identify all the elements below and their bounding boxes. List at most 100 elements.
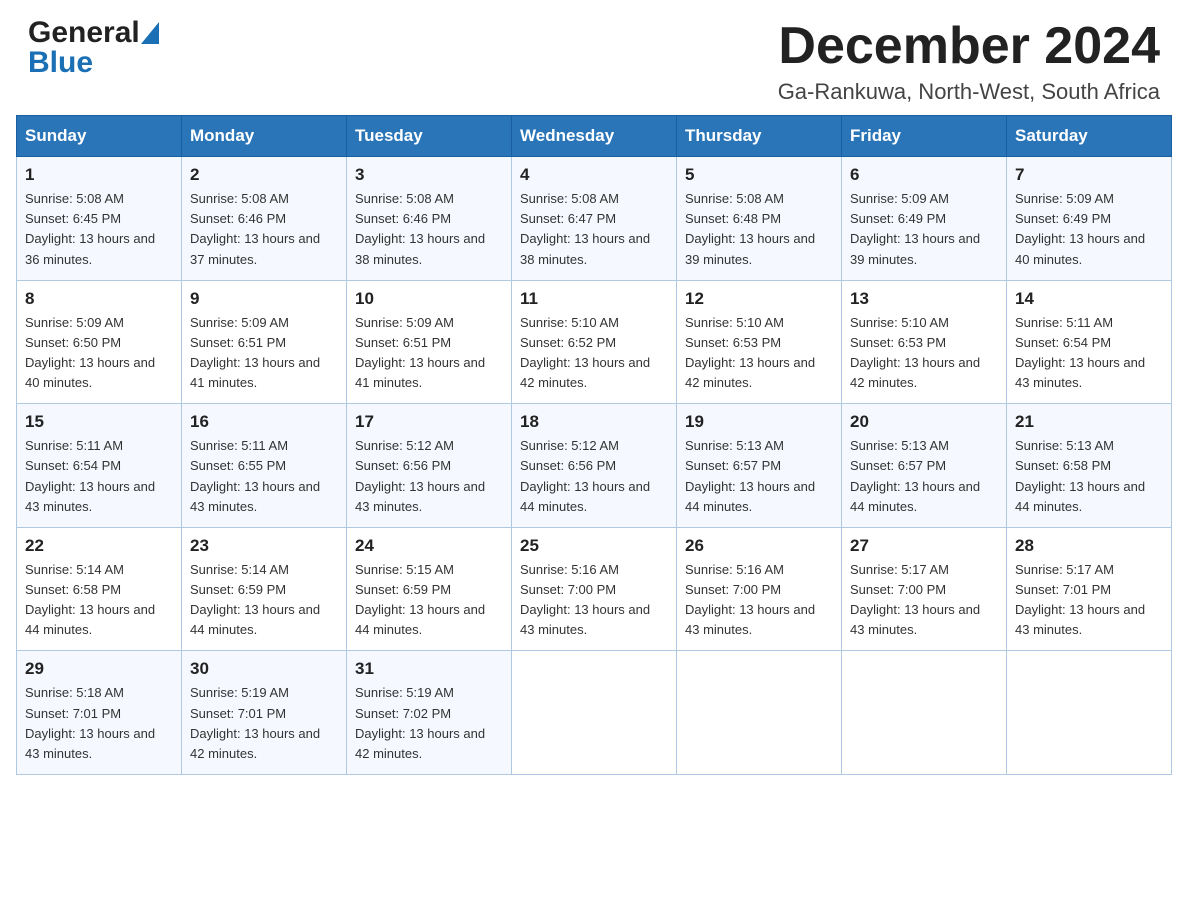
calendar-cell: 3 Sunrise: 5:08 AM Sunset: 6:46 PM Dayli… xyxy=(347,157,512,281)
calendar-cell: 25 Sunrise: 5:16 AM Sunset: 7:00 PM Dayl… xyxy=(512,527,677,651)
day-number: 25 xyxy=(520,536,668,556)
day-info: Sunrise: 5:15 AM Sunset: 6:59 PM Dayligh… xyxy=(355,560,503,641)
calendar-cell xyxy=(512,651,677,775)
calendar-cell: 11 Sunrise: 5:10 AM Sunset: 6:52 PM Dayl… xyxy=(512,280,677,404)
calendar-header-sunday: Sunday xyxy=(17,116,182,157)
day-info: Sunrise: 5:13 AM Sunset: 6:58 PM Dayligh… xyxy=(1015,436,1163,517)
day-info: Sunrise: 5:09 AM Sunset: 6:49 PM Dayligh… xyxy=(1015,189,1163,270)
day-info: Sunrise: 5:08 AM Sunset: 6:45 PM Dayligh… xyxy=(25,189,173,270)
calendar-header-thursday: Thursday xyxy=(677,116,842,157)
day-number: 23 xyxy=(190,536,338,556)
calendar-cell: 30 Sunrise: 5:19 AM Sunset: 7:01 PM Dayl… xyxy=(182,651,347,775)
day-number: 6 xyxy=(850,165,998,185)
calendar-table: SundayMondayTuesdayWednesdayThursdayFrid… xyxy=(16,115,1172,775)
day-number: 4 xyxy=(520,165,668,185)
calendar-cell: 5 Sunrise: 5:08 AM Sunset: 6:48 PM Dayli… xyxy=(677,157,842,281)
calendar-header-friday: Friday xyxy=(842,116,1007,157)
day-info: Sunrise: 5:12 AM Sunset: 6:56 PM Dayligh… xyxy=(520,436,668,517)
calendar-header-monday: Monday xyxy=(182,116,347,157)
day-info: Sunrise: 5:19 AM Sunset: 7:01 PM Dayligh… xyxy=(190,683,338,764)
calendar-cell: 15 Sunrise: 5:11 AM Sunset: 6:54 PM Dayl… xyxy=(17,404,182,528)
logo: General Blue xyxy=(28,18,159,78)
calendar-cell: 23 Sunrise: 5:14 AM Sunset: 6:59 PM Dayl… xyxy=(182,527,347,651)
day-info: Sunrise: 5:11 AM Sunset: 6:54 PM Dayligh… xyxy=(1015,313,1163,394)
day-number: 3 xyxy=(355,165,503,185)
calendar-cell: 13 Sunrise: 5:10 AM Sunset: 6:53 PM Dayl… xyxy=(842,280,1007,404)
day-info: Sunrise: 5:12 AM Sunset: 6:56 PM Dayligh… xyxy=(355,436,503,517)
title-block: December 2024 Ga-Rankuwa, North-West, So… xyxy=(778,18,1160,105)
calendar-cell: 22 Sunrise: 5:14 AM Sunset: 6:58 PM Dayl… xyxy=(17,527,182,651)
day-number: 22 xyxy=(25,536,173,556)
day-info: Sunrise: 5:16 AM Sunset: 7:00 PM Dayligh… xyxy=(685,560,833,641)
day-info: Sunrise: 5:09 AM Sunset: 6:49 PM Dayligh… xyxy=(850,189,998,270)
day-info: Sunrise: 5:14 AM Sunset: 6:58 PM Dayligh… xyxy=(25,560,173,641)
calendar-cell: 10 Sunrise: 5:09 AM Sunset: 6:51 PM Dayl… xyxy=(347,280,512,404)
day-info: Sunrise: 5:11 AM Sunset: 6:55 PM Dayligh… xyxy=(190,436,338,517)
day-number: 13 xyxy=(850,289,998,309)
day-number: 8 xyxy=(25,289,173,309)
logo-blue-text: Blue xyxy=(28,46,93,79)
day-number: 17 xyxy=(355,412,503,432)
calendar-cell: 20 Sunrise: 5:13 AM Sunset: 6:57 PM Dayl… xyxy=(842,404,1007,528)
day-number: 7 xyxy=(1015,165,1163,185)
day-info: Sunrise: 5:13 AM Sunset: 6:57 PM Dayligh… xyxy=(685,436,833,517)
calendar-header-wednesday: Wednesday xyxy=(512,116,677,157)
calendar-header-tuesday: Tuesday xyxy=(347,116,512,157)
calendar-cell: 31 Sunrise: 5:19 AM Sunset: 7:02 PM Dayl… xyxy=(347,651,512,775)
calendar-week-4: 22 Sunrise: 5:14 AM Sunset: 6:58 PM Dayl… xyxy=(17,527,1172,651)
day-info: Sunrise: 5:09 AM Sunset: 6:51 PM Dayligh… xyxy=(190,313,338,394)
day-info: Sunrise: 5:08 AM Sunset: 6:48 PM Dayligh… xyxy=(685,189,833,270)
calendar-header-row: SundayMondayTuesdayWednesdayThursdayFrid… xyxy=(17,116,1172,157)
day-info: Sunrise: 5:08 AM Sunset: 6:46 PM Dayligh… xyxy=(190,189,338,270)
day-number: 27 xyxy=(850,536,998,556)
day-number: 19 xyxy=(685,412,833,432)
calendar-header-saturday: Saturday xyxy=(1007,116,1172,157)
day-info: Sunrise: 5:08 AM Sunset: 6:47 PM Dayligh… xyxy=(520,189,668,270)
calendar-cell: 12 Sunrise: 5:10 AM Sunset: 6:53 PM Dayl… xyxy=(677,280,842,404)
calendar-week-1: 1 Sunrise: 5:08 AM Sunset: 6:45 PM Dayli… xyxy=(17,157,1172,281)
calendar-cell: 19 Sunrise: 5:13 AM Sunset: 6:57 PM Dayl… xyxy=(677,404,842,528)
day-info: Sunrise: 5:10 AM Sunset: 6:52 PM Dayligh… xyxy=(520,313,668,394)
day-number: 29 xyxy=(25,659,173,679)
calendar-cell: 24 Sunrise: 5:15 AM Sunset: 6:59 PM Dayl… xyxy=(347,527,512,651)
calendar-week-5: 29 Sunrise: 5:18 AM Sunset: 7:01 PM Dayl… xyxy=(17,651,1172,775)
page-location: Ga-Rankuwa, North-West, South Africa xyxy=(778,79,1160,105)
day-info: Sunrise: 5:18 AM Sunset: 7:01 PM Dayligh… xyxy=(25,683,173,764)
day-number: 16 xyxy=(190,412,338,432)
calendar-week-2: 8 Sunrise: 5:09 AM Sunset: 6:50 PM Dayli… xyxy=(17,280,1172,404)
day-number: 9 xyxy=(190,289,338,309)
day-number: 24 xyxy=(355,536,503,556)
day-number: 21 xyxy=(1015,412,1163,432)
day-info: Sunrise: 5:09 AM Sunset: 6:51 PM Dayligh… xyxy=(355,313,503,394)
day-number: 31 xyxy=(355,659,503,679)
calendar-cell xyxy=(1007,651,1172,775)
day-number: 2 xyxy=(190,165,338,185)
day-info: Sunrise: 5:11 AM Sunset: 6:54 PM Dayligh… xyxy=(25,436,173,517)
day-number: 1 xyxy=(25,165,173,185)
day-info: Sunrise: 5:19 AM Sunset: 7:02 PM Dayligh… xyxy=(355,683,503,764)
calendar-cell: 27 Sunrise: 5:17 AM Sunset: 7:00 PM Dayl… xyxy=(842,527,1007,651)
day-number: 26 xyxy=(685,536,833,556)
day-number: 14 xyxy=(1015,289,1163,309)
day-info: Sunrise: 5:17 AM Sunset: 7:00 PM Dayligh… xyxy=(850,560,998,641)
calendar-cell: 16 Sunrise: 5:11 AM Sunset: 6:55 PM Dayl… xyxy=(182,404,347,528)
day-info: Sunrise: 5:10 AM Sunset: 6:53 PM Dayligh… xyxy=(850,313,998,394)
day-number: 30 xyxy=(190,659,338,679)
logo-triangle-icon xyxy=(141,22,159,44)
logo-general-text: General xyxy=(28,18,140,48)
calendar-cell xyxy=(842,651,1007,775)
calendar-cell: 28 Sunrise: 5:17 AM Sunset: 7:01 PM Dayl… xyxy=(1007,527,1172,651)
page-title: December 2024 xyxy=(778,18,1160,75)
day-number: 10 xyxy=(355,289,503,309)
day-info: Sunrise: 5:10 AM Sunset: 6:53 PM Dayligh… xyxy=(685,313,833,394)
calendar-cell: 7 Sunrise: 5:09 AM Sunset: 6:49 PM Dayli… xyxy=(1007,157,1172,281)
calendar-cell: 2 Sunrise: 5:08 AM Sunset: 6:46 PM Dayli… xyxy=(182,157,347,281)
day-number: 12 xyxy=(685,289,833,309)
calendar-cell: 9 Sunrise: 5:09 AM Sunset: 6:51 PM Dayli… xyxy=(182,280,347,404)
calendar: SundayMondayTuesdayWednesdayThursdayFrid… xyxy=(0,115,1188,791)
day-info: Sunrise: 5:14 AM Sunset: 6:59 PM Dayligh… xyxy=(190,560,338,641)
calendar-cell: 21 Sunrise: 5:13 AM Sunset: 6:58 PM Dayl… xyxy=(1007,404,1172,528)
day-number: 11 xyxy=(520,289,668,309)
calendar-cell: 8 Sunrise: 5:09 AM Sunset: 6:50 PM Dayli… xyxy=(17,280,182,404)
calendar-cell: 18 Sunrise: 5:12 AM Sunset: 6:56 PM Dayl… xyxy=(512,404,677,528)
